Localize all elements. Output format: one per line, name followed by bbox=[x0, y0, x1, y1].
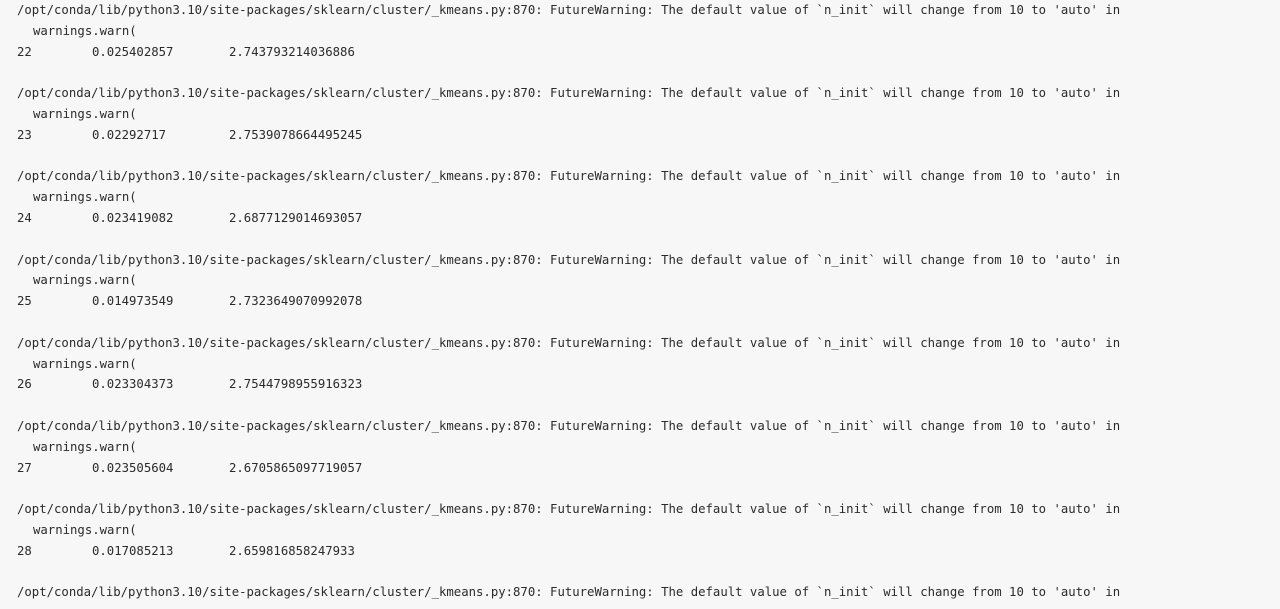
metric-value-a: 0.02292717 bbox=[92, 127, 167, 142]
warnings-call-line: warnings.warn( bbox=[33, 106, 137, 121]
output-block: /opt/conda/lib/python3.10/site-packages/… bbox=[17, 582, 1280, 603]
output-block: /opt/conda/lib/python3.10/site-packages/… bbox=[17, 83, 1280, 166]
cluster-count: 25 bbox=[17, 294, 32, 309]
cluster-count: 22 bbox=[17, 44, 32, 59]
metric-value-b: 2.6705865097719057 bbox=[229, 460, 363, 475]
result-row: 22 0.025402857 2.743793214036886 bbox=[17, 42, 1280, 63]
metric-value-a: 0.017085213 bbox=[92, 543, 174, 558]
warnings-call-line: warnings.warn( bbox=[33, 522, 137, 537]
output-block: /opt/conda/lib/python3.10/site-packages/… bbox=[17, 499, 1280, 582]
future-warning-line: /opt/conda/lib/python3.10/site-packages/… bbox=[17, 252, 1121, 267]
cluster-count: 26 bbox=[17, 377, 32, 392]
metric-value-b: 2.7323649070992078 bbox=[229, 294, 363, 309]
warnings-call-line: warnings.warn( bbox=[33, 439, 137, 454]
metric-value-b: 2.7544798955916323 bbox=[229, 377, 363, 392]
cluster-count: 28 bbox=[17, 543, 32, 558]
result-row: 26 0.023304373 2.7544798955916323 bbox=[17, 374, 1280, 395]
metric-value-b: 2.6877129014693057 bbox=[229, 210, 363, 225]
metric-value-a: 0.014973549 bbox=[92, 294, 174, 309]
future-warning-line: /opt/conda/lib/python3.10/site-packages/… bbox=[17, 86, 1121, 101]
warnings-call-line: warnings.warn( bbox=[33, 356, 137, 371]
output-block: /opt/conda/lib/python3.10/site-packages/… bbox=[17, 416, 1280, 499]
result-row: 27 0.023505604 2.6705865097719057 bbox=[17, 458, 1280, 479]
output-block: /opt/conda/lib/python3.10/site-packages/… bbox=[17, 250, 1280, 333]
metric-value-a: 0.023419082 bbox=[92, 210, 174, 225]
output-block: /opt/conda/lib/python3.10/site-packages/… bbox=[17, 166, 1280, 249]
future-warning-line: /opt/conda/lib/python3.10/site-packages/… bbox=[17, 502, 1121, 517]
metric-value-a: 0.025402857 bbox=[92, 44, 174, 59]
metric-value-b: 2.659816858247933 bbox=[229, 543, 355, 558]
result-row: 23 0.02292717 2.7539078664495245 bbox=[17, 125, 1280, 146]
result-row: 25 0.014973549 2.7323649070992078 bbox=[17, 291, 1280, 312]
metric-value-a: 0.023304373 bbox=[92, 377, 174, 392]
metric-value-b: 2.7539078664495245 bbox=[229, 127, 363, 142]
console-output: /opt/conda/lib/python3.10/site-packages/… bbox=[0, 0, 1280, 609]
cluster-count: 27 bbox=[17, 460, 32, 475]
warnings-call-line: warnings.warn( bbox=[33, 190, 137, 205]
warnings-call-line: warnings.warn( bbox=[33, 23, 137, 38]
future-warning-line: /opt/conda/lib/python3.10/site-packages/… bbox=[17, 418, 1121, 433]
cluster-count: 24 bbox=[17, 210, 32, 225]
warnings-call-line: warnings.warn( bbox=[33, 273, 137, 288]
future-warning-line: /opt/conda/lib/python3.10/site-packages/… bbox=[17, 169, 1121, 184]
metric-value-a: 0.023505604 bbox=[92, 460, 174, 475]
output-block: /opt/conda/lib/python3.10/site-packages/… bbox=[17, 0, 1280, 83]
future-warning-line: /opt/conda/lib/python3.10/site-packages/… bbox=[17, 3, 1121, 17]
result-row: 24 0.023419082 2.6877129014693057 bbox=[17, 208, 1280, 229]
result-row: 28 0.017085213 2.659816858247933 bbox=[17, 541, 1280, 562]
cluster-count: 23 bbox=[17, 127, 32, 142]
future-warning-line: /opt/conda/lib/python3.10/site-packages/… bbox=[17, 335, 1121, 350]
output-block: /opt/conda/lib/python3.10/site-packages/… bbox=[17, 333, 1280, 416]
future-warning-line: /opt/conda/lib/python3.10/site-packages/… bbox=[17, 585, 1121, 600]
metric-value-b: 2.743793214036886 bbox=[229, 44, 355, 59]
